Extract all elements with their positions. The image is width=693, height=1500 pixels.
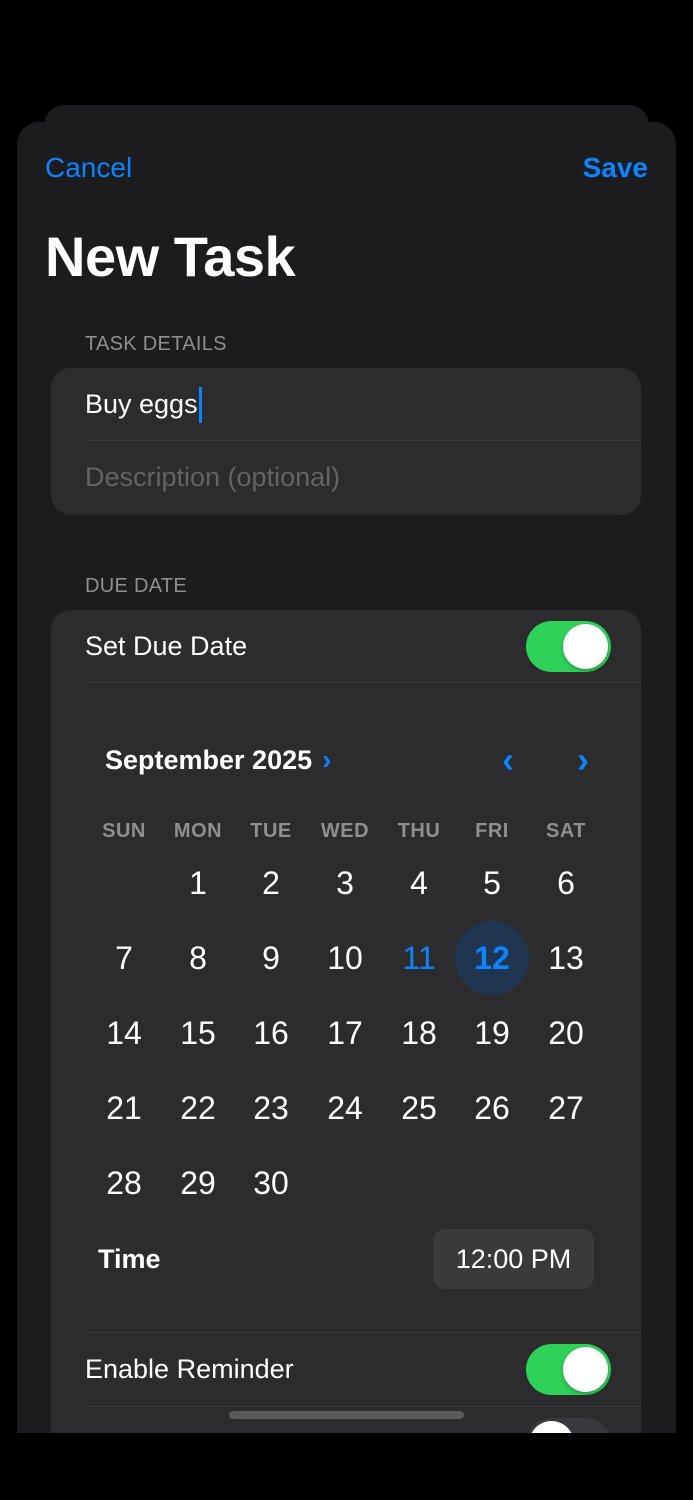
time-picker-button[interactable]: 12:00 PM bbox=[433, 1229, 594, 1289]
text-caret bbox=[198, 386, 202, 423]
month-label: September 2025 bbox=[105, 744, 313, 775]
calendar-day-27[interactable]: 27 bbox=[529, 1071, 603, 1145]
task-title-value: Buy eggs bbox=[85, 389, 198, 419]
divider bbox=[85, 1406, 641, 1407]
calendar-day-15[interactable]: 15 bbox=[161, 996, 235, 1070]
new-task-sheet: Cancel Save New Task TASK DETAILS Buy eg… bbox=[17, 122, 676, 1433]
description-placeholder: Description (optional) bbox=[85, 462, 341, 492]
calendar-day-14[interactable]: 14 bbox=[87, 996, 161, 1070]
calendar-day-4[interactable]: 4 bbox=[382, 846, 456, 920]
calendar-day-17[interactable]: 17 bbox=[308, 996, 382, 1070]
calendar-day-21[interactable]: 21 bbox=[87, 1071, 161, 1145]
calendar-day-7[interactable]: 7 bbox=[87, 921, 161, 995]
cancel-button[interactable]: Cancel bbox=[45, 152, 132, 184]
calendar-day-26[interactable]: 26 bbox=[455, 1071, 529, 1145]
calendar-day-2[interactable]: 2 bbox=[234, 846, 308, 920]
weekday-mon: MON bbox=[173, 820, 223, 842]
page-title: New Task bbox=[45, 225, 296, 288]
save-button[interactable]: Save bbox=[583, 152, 648, 184]
calendar-day-22[interactable]: 22 bbox=[161, 1071, 235, 1145]
enable-reminder-label: Enable Reminder bbox=[85, 1354, 294, 1384]
calendar-day-19[interactable]: 19 bbox=[455, 996, 529, 1070]
weekday-fri: FRI bbox=[475, 820, 509, 842]
previous-month-button[interactable]: ‹ bbox=[488, 738, 528, 782]
calendar-day-9[interactable]: 9 bbox=[234, 921, 308, 995]
calendar-day-3[interactable]: 3 bbox=[308, 846, 382, 920]
toggle-knob bbox=[529, 1421, 574, 1433]
calendar-day-18[interactable]: 18 bbox=[382, 996, 456, 1070]
due-date-group: Set Due Date September 2025 › ‹ › SUN MON… bbox=[51, 610, 641, 1433]
calendar-day-10[interactable]: 10 bbox=[308, 921, 382, 995]
task-title-field[interactable]: Buy eggs bbox=[51, 368, 641, 441]
calendar-day-28[interactable]: 28 bbox=[87, 1146, 161, 1220]
calendar-day-13[interactable]: 13 bbox=[529, 921, 603, 995]
calendar-day-20[interactable]: 20 bbox=[529, 996, 603, 1070]
calendar-day-6[interactable]: 6 bbox=[529, 846, 603, 920]
home-indicator bbox=[229, 1411, 464, 1419]
calendar-day-29[interactable]: 29 bbox=[161, 1146, 235, 1220]
chevron-left-icon: ‹ bbox=[502, 739, 514, 780]
weekday-tue: TUE bbox=[250, 820, 292, 842]
calendar-day-23[interactable]: 23 bbox=[234, 1071, 308, 1145]
calendar-day-8[interactable]: 8 bbox=[161, 921, 235, 995]
chevron-right-icon: › bbox=[577, 739, 589, 780]
set-due-date-label: Set Due Date bbox=[85, 631, 248, 661]
enable-reminder-row: Enable Reminder bbox=[51, 1333, 641, 1406]
month-picker-button[interactable]: September 2025 › bbox=[105, 744, 331, 776]
toggle-knob bbox=[563, 624, 608, 669]
weekday-thu: THU bbox=[397, 820, 441, 842]
set-due-date-toggle[interactable] bbox=[526, 621, 611, 672]
calendar-day-1[interactable]: 1 bbox=[161, 846, 235, 920]
description-field[interactable]: Description (optional) bbox=[51, 441, 641, 514]
additional-option-toggle[interactable] bbox=[526, 1418, 611, 1433]
calendar-day-24[interactable]: 24 bbox=[308, 1071, 382, 1145]
task-details-header: TASK DETAILS bbox=[85, 333, 227, 355]
calendar-day-16[interactable]: 16 bbox=[234, 996, 308, 1070]
weekday-sun: SUN bbox=[102, 820, 146, 842]
set-due-date-row: Set Due Date bbox=[51, 610, 641, 683]
chevron-right-icon: › bbox=[322, 744, 332, 775]
calendar-day-12[interactable]: 12 bbox=[455, 921, 529, 995]
due-date-header: DUE DATE bbox=[85, 575, 188, 597]
calendar-day-5[interactable]: 5 bbox=[455, 846, 529, 920]
next-month-button[interactable]: › bbox=[563, 738, 603, 782]
enable-reminder-toggle[interactable] bbox=[526, 1344, 611, 1395]
task-details-group: Buy eggs Description (optional) bbox=[51, 368, 641, 515]
toggle-knob bbox=[563, 1347, 608, 1392]
weekday-sat: SAT bbox=[545, 820, 586, 842]
calendar-day-30[interactable]: 30 bbox=[234, 1146, 308, 1220]
time-label: Time bbox=[98, 1244, 161, 1274]
calendar-day-11[interactable]: 11 bbox=[382, 921, 456, 995]
weekday-wed: WED bbox=[320, 820, 370, 842]
calendar-day-25[interactable]: 25 bbox=[382, 1071, 456, 1145]
